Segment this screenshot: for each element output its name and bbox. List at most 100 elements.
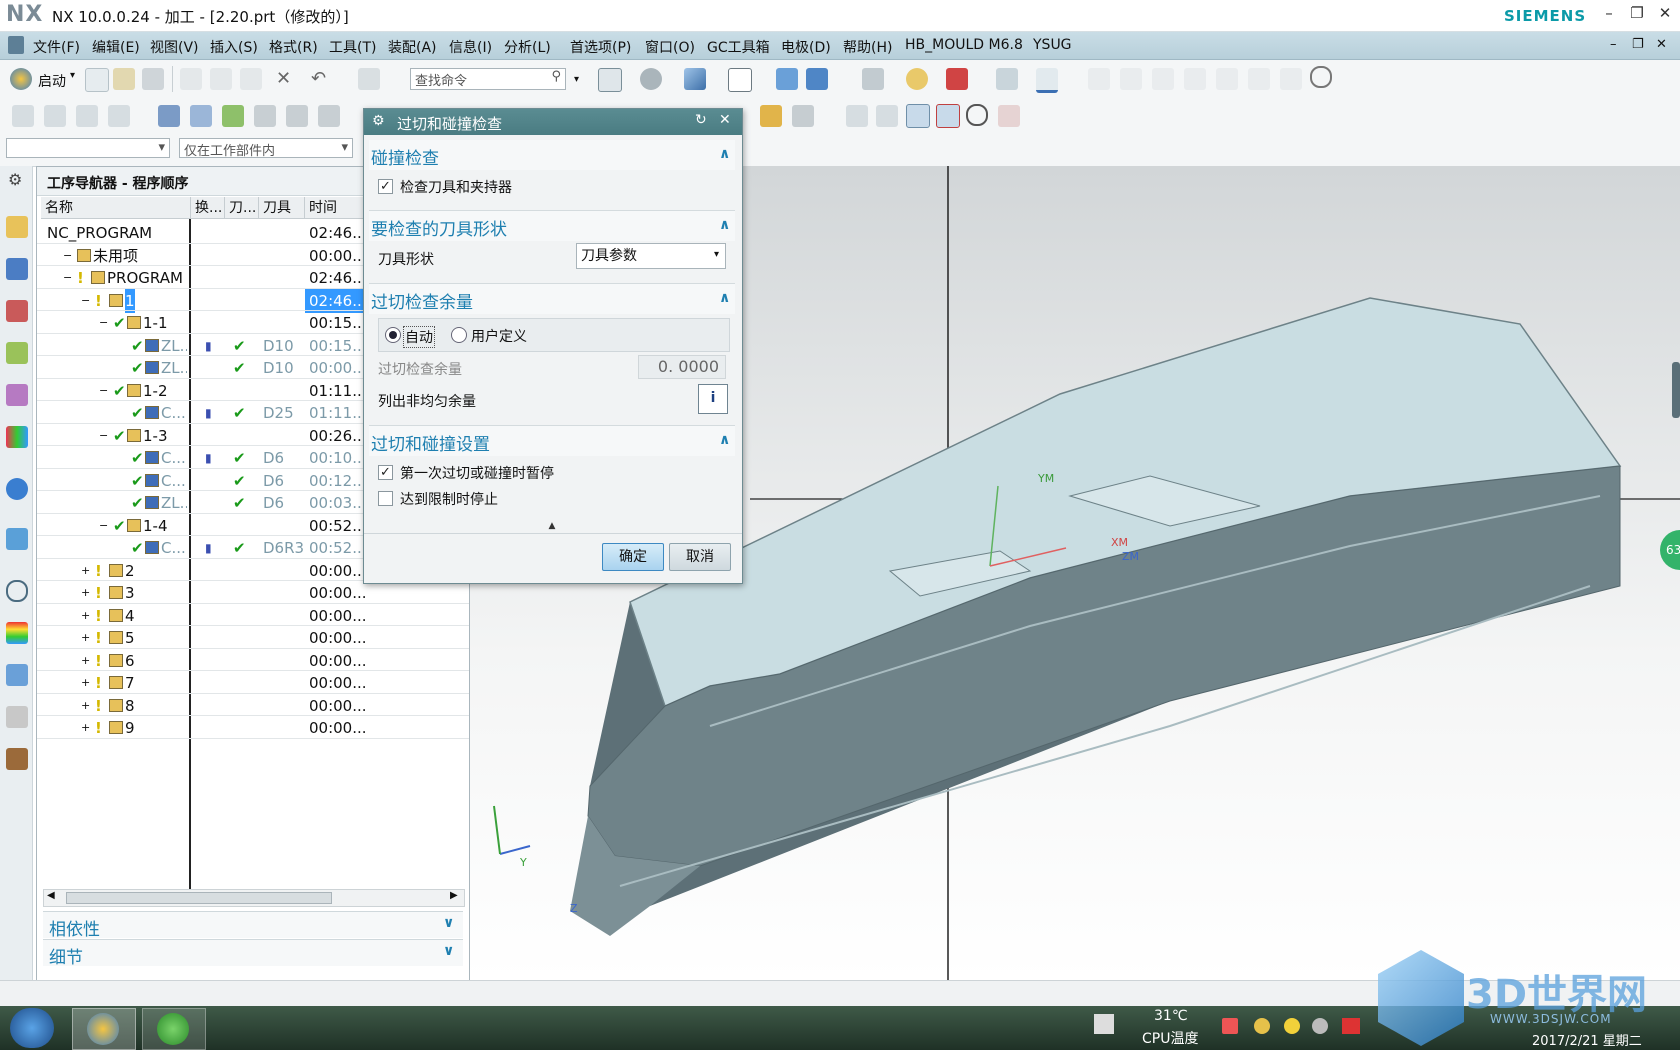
table-row[interactable]: +! 8 00:00... — [37, 694, 469, 716]
check-tool-holder-checkbox[interactable]: ✓ — [378, 179, 393, 194]
circle-icon[interactable] — [1310, 66, 1332, 88]
menu-format[interactable]: 格式(R) — [269, 37, 318, 57]
table-row[interactable]: +! 3 00:00... — [37, 581, 469, 604]
menu-assembly[interactable]: 装配(A) — [388, 37, 437, 57]
geometry-view-icon[interactable] — [222, 105, 244, 127]
overcut-stock-input[interactable]: 0. 0000 — [638, 355, 726, 379]
repeat-command-icon[interactable] — [358, 68, 380, 90]
solid-icon[interactable] — [1248, 68, 1270, 90]
machine-navigator-icon[interactable] — [6, 384, 28, 406]
speaker-icon[interactable] — [1222, 1018, 1238, 1034]
gouge-check-icon[interactable] — [906, 104, 930, 128]
clock-icon[interactable] — [6, 580, 28, 602]
list-toolpath-icon[interactable] — [876, 105, 898, 127]
stop-at-limit-checkbox[interactable] — [378, 491, 393, 506]
start-button[interactable] — [10, 1008, 54, 1048]
column-header-toolpath[interactable]: 刀... — [225, 197, 259, 219]
toolbar-options-icon[interactable]: ▾ — [574, 74, 579, 85]
shape-icon[interactable] — [1280, 68, 1302, 90]
close-button[interactable]: ✕ — [1652, 4, 1678, 26]
wcs-icon[interactable] — [776, 68, 798, 90]
tray-add-icon[interactable] — [1284, 1018, 1300, 1034]
expand-toggle-icon[interactable]: − — [99, 424, 108, 448]
column-header-tool[interactable]: 刀具 — [259, 197, 305, 219]
measure-distance-icon[interactable] — [1036, 68, 1058, 93]
scroll-right-icon[interactable]: ▶ — [450, 890, 458, 901]
overcut-check-icon[interactable] — [936, 104, 960, 128]
web-browser-icon[interactable] — [6, 528, 28, 550]
expand-toggle-icon[interactable]: − — [63, 244, 72, 268]
details-panel[interactable]: 细节 ∨ — [43, 939, 463, 968]
hand-icon[interactable] — [1216, 68, 1238, 90]
menu-electrode[interactable]: 电极(D) — [781, 37, 831, 57]
menu-help[interactable]: 帮助(H) — [843, 37, 892, 57]
verify-icon[interactable] — [846, 105, 868, 127]
search-icon[interactable]: ⚲ — [551, 69, 561, 84]
fit-view-icon[interactable] — [598, 68, 622, 92]
undo-icon[interactable]: ↶ — [311, 68, 326, 89]
chevron-up-icon[interactable]: ∧ — [719, 146, 730, 162]
menu-edit[interactable]: 编辑(E) — [92, 37, 140, 57]
collapse-arrow-icon[interactable]: ▲ — [369, 521, 735, 531]
start-dropdown-icon[interactable]: ▾ — [70, 70, 75, 81]
expand-toggle-icon[interactable]: − — [81, 289, 90, 313]
info-icon[interactable]: i — [698, 384, 728, 414]
csys-icon[interactable] — [806, 68, 828, 90]
taskbar-ie-app[interactable] — [142, 1008, 206, 1050]
radio-auto[interactable] — [385, 327, 401, 343]
horizontal-scrollbar[interactable]: ◀ ▶ — [43, 889, 465, 907]
column-header-tool-change[interactable]: 换... — [191, 197, 225, 219]
chevron-up-icon[interactable]: ∧ — [719, 432, 730, 448]
palette-icon[interactable] — [6, 622, 28, 644]
cut-icon[interactable] — [180, 68, 202, 90]
menu-view[interactable]: 视图(V) — [150, 37, 199, 57]
snap-icon[interactable] — [906, 68, 928, 90]
system-materials-icon[interactable] — [6, 748, 28, 770]
create-tool-icon[interactable] — [44, 105, 66, 127]
dependencies-panel[interactable]: 相依性 ∨ — [43, 911, 463, 940]
assembly-navigator-icon[interactable] — [6, 216, 28, 238]
chevron-up-icon[interactable]: ∧ — [719, 217, 730, 233]
postprocess-icon[interactable] — [792, 105, 814, 127]
program-view-icon[interactable] — [158, 105, 180, 127]
nx-menu-icon[interactable] — [8, 36, 24, 54]
command-search-input[interactable]: 查找命令 ⚲ — [410, 68, 566, 90]
menu-gc-toolbox[interactable]: GC工具箱 — [707, 37, 770, 57]
cancel-button[interactable]: 取消 — [669, 543, 731, 571]
group-tool-shape[interactable]: 要检查的刀具形状 ∧ — [369, 210, 735, 241]
reuse-library-icon[interactable] — [6, 426, 28, 448]
radio-auto-label[interactable]: 自动 — [403, 326, 435, 348]
create-program-icon[interactable] — [12, 105, 34, 127]
save-icon[interactable] — [142, 68, 164, 90]
menu-insert[interactable]: 插入(S) — [210, 37, 258, 57]
expand-toggle-icon[interactable]: + — [81, 671, 90, 695]
reset-icon[interactable]: ↻ — [695, 112, 707, 128]
process-studio-icon[interactable] — [6, 664, 28, 686]
chevron-up-icon[interactable]: ∧ — [719, 290, 730, 306]
table-row[interactable]: +! 7 00:00... — [37, 671, 469, 694]
generate-toolpath-icon[interactable] — [286, 105, 308, 127]
expand-toggle-icon[interactable]: + — [81, 626, 90, 650]
operation-navigator-icon[interactable] — [6, 342, 28, 364]
expand-toggle-icon[interactable]: + — [81, 581, 90, 605]
tray-app-icon[interactable] — [1342, 1018, 1360, 1034]
box-icon[interactable] — [1152, 68, 1174, 90]
table-row[interactable]: +! 9 00:00... — [37, 716, 469, 739]
chevron-down-icon[interactable]: ∨ — [443, 915, 454, 931]
pause-on-first-checkbox[interactable]: ✓ — [378, 465, 393, 480]
chevron-down-icon[interactable]: ∨ — [443, 943, 454, 959]
table-row[interactable]: +! 4 00:00... — [37, 604, 469, 626]
part-navigator-icon[interactable] — [6, 300, 28, 322]
expand-toggle-icon[interactable]: + — [81, 559, 90, 583]
expand-toggle-icon[interactable]: + — [81, 716, 90, 740]
settings-gear-icon[interactable]: ⚙ — [8, 170, 22, 189]
doc-minimize-button[interactable]: – — [1610, 37, 1617, 52]
table-row[interactable]: +! 5 00:00... — [37, 626, 469, 649]
side-tab[interactable] — [1672, 362, 1680, 418]
machine-tool-view-icon[interactable] — [190, 105, 212, 127]
open-file-icon[interactable] — [113, 68, 135, 90]
delete-icon[interactable]: ✕ — [276, 68, 291, 89]
tray-user-icon[interactable] — [1254, 1018, 1270, 1034]
expand-toggle-icon[interactable]: − — [99, 311, 108, 335]
target-icon[interactable] — [966, 104, 988, 126]
